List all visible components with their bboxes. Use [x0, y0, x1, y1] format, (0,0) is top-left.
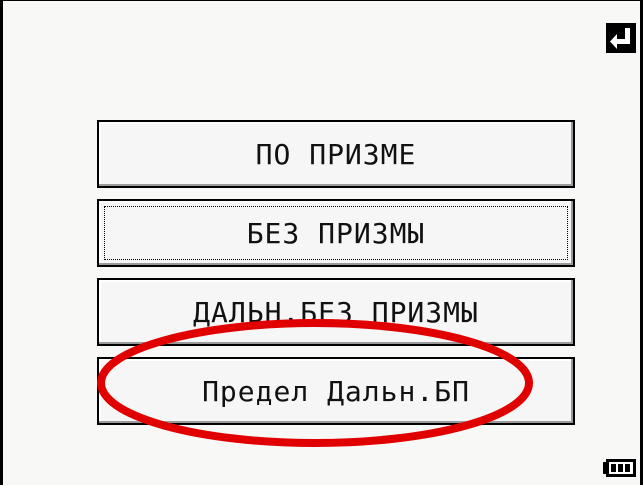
- battery-icon: [603, 459, 636, 477]
- enter-return-icon[interactable]: [606, 23, 636, 53]
- mode-button-label: ДАЛЬН.БЕЗ ПРИЗМЫ: [193, 295, 479, 329]
- mode-button-no-prism[interactable]: БЕЗ ПРИЗМЫ: [97, 199, 575, 267]
- mode-button-label: БЕЗ ПРИЗМЫ: [246, 216, 426, 250]
- mode-button-long-range-no-prism[interactable]: ДАЛЬН.БЕЗ ПРИЗМЫ: [97, 278, 575, 346]
- device-screen: ПО ПРИЗМЕ БЕЗ ПРИЗМЫ ДАЛЬН.БЕЗ ПРИЗМЫ Пр…: [0, 0, 643, 485]
- enter-arrow-glyph: [610, 28, 630, 49]
- mode-button-label: Предел Дальн.БП: [202, 374, 470, 408]
- mode-button-prism[interactable]: ПО ПРИЗМЕ: [97, 120, 575, 188]
- mode-button-label: ПО ПРИЗМЕ: [255, 137, 417, 171]
- mode-button-range-limit[interactable]: Предел Дальн.БП: [97, 357, 575, 425]
